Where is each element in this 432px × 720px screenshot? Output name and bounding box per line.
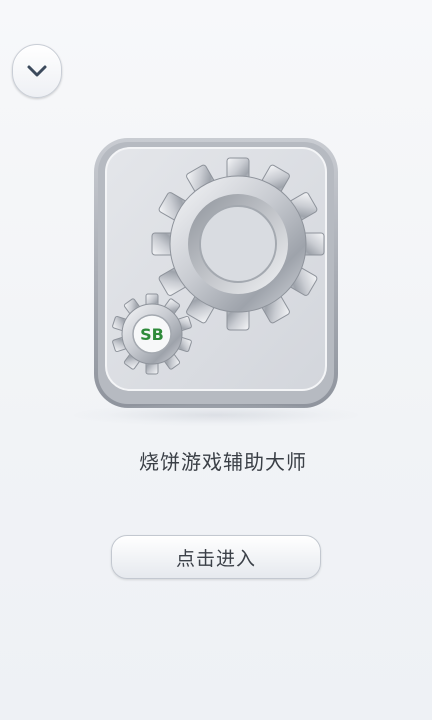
collapse-button[interactable] — [12, 44, 62, 98]
enter-button[interactable]: 点击进入 — [111, 535, 321, 579]
app-title: 烧饼游戏辅助大师 — [139, 450, 307, 474]
gear-icon: SB — [94, 138, 338, 408]
chevron-down-icon — [27, 65, 47, 77]
sb-badge: SB — [140, 325, 164, 344]
icon-reflection — [74, 404, 358, 426]
app-icon: SB — [92, 136, 340, 410]
